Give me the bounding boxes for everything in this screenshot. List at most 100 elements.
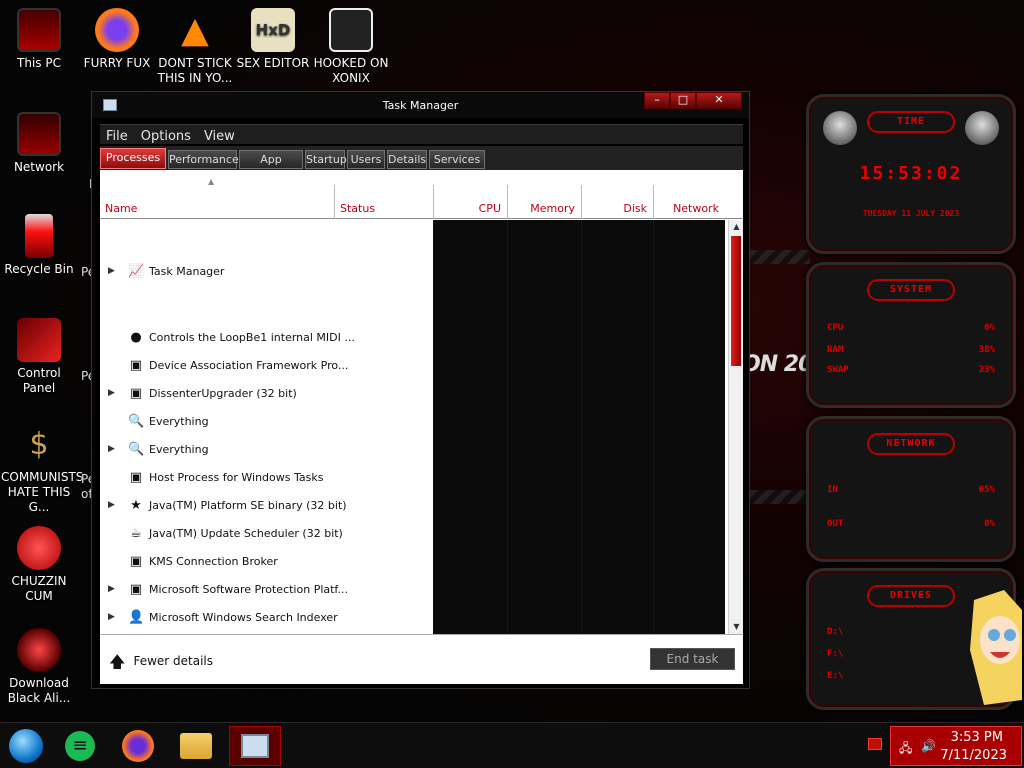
spotify-icon: ≡ xyxy=(65,731,95,761)
column-label: Status xyxy=(340,202,376,215)
tab-details[interactable]: Details xyxy=(387,150,427,169)
menu-file[interactable]: File xyxy=(100,127,135,146)
process-name: Device Association Framework Pro... xyxy=(149,359,349,372)
column-name[interactable]: Name xyxy=(100,185,334,219)
expand-chevron-icon[interactable]: ▶ xyxy=(108,266,115,276)
process-name: KMS Connection Broker xyxy=(149,555,278,568)
process-row[interactable]: ▣ KMS Connection Broker xyxy=(100,548,433,576)
column-label: Network xyxy=(673,202,719,215)
row-label: E:\ xyxy=(827,671,844,681)
row-value: 0% xyxy=(984,519,995,529)
expand-chevron-icon[interactable]: ▶ xyxy=(108,612,115,622)
title-bar[interactable]: Task Manager – □ ✕ xyxy=(92,92,749,118)
desktop-icon-dont-stick[interactable]: ▲ DONT STICK THIS IN YO... xyxy=(157,8,233,86)
processes-list: ▲ Name Status CPU Memory Disk Network ▶ 📈… xyxy=(100,170,743,634)
desktop-icon-control-panel[interactable]: Control Panel xyxy=(1,318,77,396)
scroll-down-icon[interactable]: ▼ xyxy=(729,620,744,634)
process-name: Java(TM) Update Scheduler (32 bit) xyxy=(149,527,343,540)
scroll-up-icon[interactable]: ▲ xyxy=(729,220,744,234)
process-row[interactable]: ▶ ▣ DissenterUpgrader (32 bit) xyxy=(100,380,433,408)
firefox-icon xyxy=(95,8,139,52)
process-row[interactable]: 🔍 Everything xyxy=(100,408,433,436)
task-manager-icon xyxy=(241,734,269,758)
expand-chevron-icon[interactable]: ▶ xyxy=(108,584,115,594)
search-indexer-icon: 👤 xyxy=(128,610,145,625)
volume-icon[interactable]: 🔊 xyxy=(921,739,936,753)
taskbar-file-explorer[interactable] xyxy=(176,728,216,764)
clock-date[interactable]: 7/11/2023 xyxy=(940,748,1007,763)
desktop-icon-sex-editor[interactable]: HxD SEX EDITOR xyxy=(235,8,311,71)
row-value: 23% xyxy=(978,365,995,375)
cartoon-mascot-image xyxy=(970,590,1022,705)
row-value: 65% xyxy=(978,485,995,495)
expand-chevron-icon[interactable]: ▶ xyxy=(108,388,115,398)
menu-view[interactable]: View xyxy=(198,127,242,146)
process-row[interactable]: ▶ ★ Java(TM) Platform SE binary (32 bit) xyxy=(100,492,433,520)
wallpaper-text: ON 20 xyxy=(742,352,813,377)
desktop-icon-recycle-bin[interactable]: Recycle Bin xyxy=(1,214,77,277)
network-row-in: IN 65% xyxy=(827,485,995,495)
process-row[interactable]: ▶ 📈 Task Manager xyxy=(100,258,433,286)
maximize-button[interactable]: □ xyxy=(670,92,696,109)
taskbar-spotify[interactable]: ≡ xyxy=(60,728,100,764)
column-status[interactable]: Status xyxy=(334,185,433,219)
column-label: Memory xyxy=(530,202,575,215)
clock-time[interactable]: 3:53 PM xyxy=(951,730,1003,745)
process-row[interactable]: ▣ Device Association Framework Pro... xyxy=(100,352,433,380)
wallpaper-stripe xyxy=(750,490,810,504)
expand-chevron-icon[interactable]: ▶ xyxy=(108,500,115,510)
desktop-icon-furry-fux[interactable]: FURRY FUX xyxy=(79,8,155,71)
desktop-icon-chuzzin[interactable]: CHUZZIN CUM xyxy=(1,526,77,604)
tab-services[interactable]: Services xyxy=(429,150,485,169)
widget-clock: 15:53:02 xyxy=(859,163,963,184)
start-button[interactable] xyxy=(6,728,46,764)
column-disk[interactable]: Disk xyxy=(581,185,653,219)
desktop-icon-this-pc[interactable]: This PC xyxy=(1,8,77,71)
process-row[interactable]: ▣ Host Process for Windows Tasks xyxy=(100,464,433,492)
tab-app-history[interactable]: App history xyxy=(239,150,303,183)
process-name: Controls the LoopBe1 internal MIDI ... xyxy=(149,331,355,344)
tab-users[interactable]: Users xyxy=(347,150,385,169)
process-name: Host Process for Windows Tasks xyxy=(149,471,324,484)
tab-strip: Processes Performance App history Startu… xyxy=(100,146,743,183)
row-label: F:\ xyxy=(827,649,844,659)
fewer-details-button[interactable]: 🡅 Fewer details xyxy=(109,651,213,678)
process-row[interactable]: ▶ 🔍 Everything xyxy=(100,436,433,464)
expand-chevron-icon[interactable]: ▶ xyxy=(108,444,115,454)
menu-options[interactable]: Options xyxy=(135,127,198,146)
process-row[interactable]: ● Controls the LoopBe1 internal MIDI ... xyxy=(100,324,433,352)
tab-performance[interactable]: Performance xyxy=(168,150,239,169)
taskbar-firefox[interactable] xyxy=(118,728,158,764)
process-row[interactable]: ▶ 👤 Microsoft Windows Search Indexer xyxy=(100,604,433,632)
process-name: Java(TM) Platform SE binary (32 bit) xyxy=(149,499,347,512)
desktop-icon-label: FURRY FUX xyxy=(83,56,151,70)
desktop-icon-label: COMMUNISTS HATE THIS G... xyxy=(1,470,84,514)
column-cpu[interactable]: CPU xyxy=(433,185,507,219)
notification-flag-icon[interactable] xyxy=(868,738,882,750)
window-icon: ▣ xyxy=(129,554,143,569)
process-row[interactable]: ☕ Java(TM) Update Scheduler (32 bit) xyxy=(100,520,433,548)
desktop-icon-hooked-on-xonix[interactable]: HOOKED ON XONIX xyxy=(313,8,389,86)
system-row-ram: RAM 38% xyxy=(827,345,995,355)
taskbar-task-manager[interactable] xyxy=(229,726,281,766)
desktop-icon-download-black-alien[interactable]: Download Black Ali... xyxy=(1,628,77,706)
network-icon[interactable]: 🖧 xyxy=(899,739,912,760)
row-label: RAM xyxy=(827,345,844,355)
minimize-button[interactable]: – xyxy=(644,92,670,109)
end-task-button[interactable]: End task xyxy=(650,648,735,670)
column-network[interactable]: Network xyxy=(653,185,725,219)
tab-startup[interactable]: Startup xyxy=(305,150,347,169)
alien-skull-icon xyxy=(965,111,999,145)
close-button[interactable]: ✕ xyxy=(696,92,742,109)
tab-processes[interactable]: Processes xyxy=(100,148,166,169)
window-icon: ▣ xyxy=(129,470,143,485)
row-value: 38% xyxy=(978,345,995,355)
vertical-scrollbar[interactable]: ▲ ▼ xyxy=(728,220,743,634)
desktop-icon-network[interactable]: Network xyxy=(1,112,77,175)
system-widget: SYSTEM CPU 6% RAM 38% SWAP 23% xyxy=(806,262,1016,408)
widget-date: TUESDAY 11 JULY 2023 xyxy=(862,209,960,218)
process-row[interactable]: ▶ ▣ Microsoft Software Protection Platf... xyxy=(100,576,433,604)
scroll-thumb[interactable] xyxy=(731,236,741,366)
column-memory[interactable]: Memory xyxy=(507,185,581,219)
desktop-icon-communists[interactable]: $ COMMUNISTS HATE THIS G... xyxy=(1,422,84,515)
